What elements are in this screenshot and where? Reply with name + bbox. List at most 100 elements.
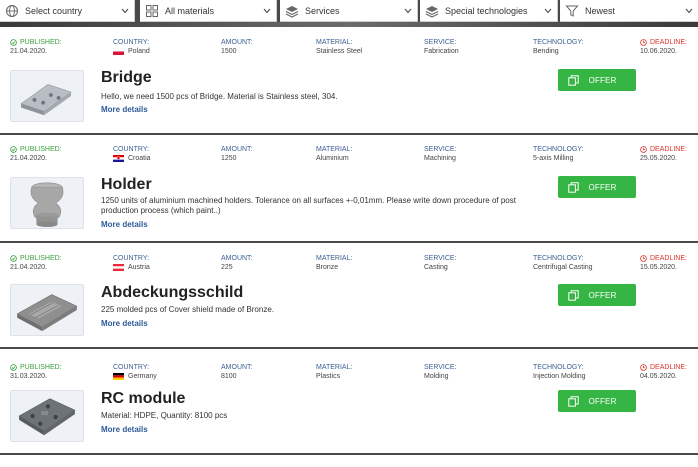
- country-field: COUNTRY: Croatia: [113, 145, 151, 171]
- amount-value: 1500: [221, 48, 237, 55]
- material-field: MATERIAL: Plastics: [316, 363, 352, 389]
- deadline-label: DEADLINE:: [650, 255, 687, 262]
- amount-value: 8100: [221, 373, 237, 380]
- country-filter-label: Select country: [25, 5, 83, 16]
- listing-description: Material: HDPE, Quantity: 8100 pcs: [101, 411, 228, 420]
- material-label: MATERIAL:: [316, 364, 353, 371]
- material-field: MATERIAL: Stainless Steel: [316, 38, 362, 64]
- deadline-label: DEADLINE:: [650, 39, 687, 46]
- service-label: SERVICE:: [424, 39, 457, 46]
- offer-button-label: OFFER: [588, 182, 617, 192]
- copy-icon: [568, 395, 579, 407]
- technology-label: TECHNOLOGY:: [533, 255, 584, 262]
- listing-description: 1250 units of aluminium machined holders…: [101, 196, 516, 215]
- layers-icon: [285, 5, 299, 18]
- offer-button[interactable]: OFFER: [558, 284, 636, 306]
- bent-bracket-part-image[interactable]: [10, 70, 84, 122]
- deadline-date: 15.05.2020.: [640, 264, 677, 271]
- services-filter-dropdown[interactable]: Services: [280, 0, 418, 22]
- offer-button[interactable]: OFFER: [558, 390, 636, 412]
- deadline-date: 04.05.2020.: [640, 373, 677, 380]
- service-value: Casting: [424, 264, 448, 271]
- country-filter-dropdown[interactable]: Select country: [0, 0, 135, 22]
- layers-icon: [425, 5, 439, 18]
- published-field: PUBLISHED: 31.03.2020.: [10, 363, 62, 389]
- card-divider: [0, 133, 698, 135]
- chevron-down-icon: [121, 8, 129, 13]
- published-label: PUBLISHED:: [20, 364, 62, 371]
- country-value: Croatia: [128, 155, 151, 162]
- service-value: Molding: [424, 373, 449, 380]
- published-date: 21.04.2020.: [10, 48, 47, 55]
- country-field: COUNTRY: Austria: [113, 254, 150, 280]
- germany-flag-icon: [113, 373, 124, 380]
- material-filter-dropdown[interactable]: All materials: [140, 0, 277, 22]
- amount-value: 1250: [221, 155, 237, 162]
- country-value: Austria: [128, 264, 150, 271]
- listing-description: Hello, we need 1500 pcs of Bridge. Mater…: [101, 92, 338, 101]
- amount-value: 225: [221, 264, 233, 271]
- amount-field: AMOUNT: 225: [221, 254, 253, 280]
- technology-label: TECHNOLOGY:: [533, 146, 584, 153]
- amount-label: AMOUNT:: [221, 255, 253, 262]
- service-label: SERVICE:: [424, 255, 457, 262]
- material-filter-label: All materials: [165, 5, 215, 16]
- more-details-link[interactable]: More details: [101, 425, 148, 434]
- grid-icon: [146, 4, 158, 17]
- country-field: COUNTRY: Germany: [113, 363, 157, 389]
- services-filter-label: Services: [305, 5, 340, 16]
- card-divider: [0, 347, 698, 349]
- amount-field: AMOUNT: 8100: [221, 363, 253, 389]
- technology-value: Injection Molding: [533, 373, 586, 380]
- sort-dropdown[interactable]: Newest: [560, 0, 698, 22]
- turned-holder-part-image[interactable]: [10, 177, 84, 229]
- offer-button[interactable]: OFFER: [558, 69, 636, 91]
- filter-bar-shadow: [0, 22, 698, 27]
- offer-button[interactable]: OFFER: [558, 176, 636, 198]
- material-field: MATERIAL: Bronze: [316, 254, 352, 280]
- offer-button-label: OFFER: [588, 75, 617, 85]
- country-label: COUNTRY:: [113, 39, 150, 46]
- technology-field: TECHNOLOGY: Bending: [533, 38, 584, 64]
- chevron-down-icon: [263, 8, 271, 13]
- published-date: 31.03.2020.: [10, 373, 47, 380]
- special-technologies-filter-dropdown[interactable]: Special technologies: [420, 0, 558, 22]
- material-label: MATERIAL:: [316, 39, 353, 46]
- copy-icon: [568, 74, 579, 86]
- austria-flag-icon: [113, 264, 124, 271]
- more-details-link[interactable]: More details: [101, 220, 148, 229]
- deadline-date: 25.05.2020.: [640, 155, 677, 162]
- service-field: SERVICE: Casting: [424, 254, 457, 280]
- material-label: MATERIAL:: [316, 255, 353, 262]
- country-field: COUNTRY: Poland: [113, 38, 150, 64]
- country-label: COUNTRY:: [113, 364, 150, 371]
- listing-title: Bridge: [101, 69, 152, 86]
- poland-flag-icon: [113, 48, 124, 55]
- croatia-flag-icon: [113, 155, 124, 162]
- published-label: PUBLISHED:: [20, 146, 62, 153]
- technology-field: TECHNOLOGY: Injection Molding: [533, 363, 586, 389]
- more-details-link[interactable]: More details: [101, 319, 148, 328]
- card-divider: [0, 241, 698, 243]
- service-field: SERVICE: Fabrication: [424, 38, 459, 64]
- cover-shield-part-image[interactable]: [10, 284, 84, 336]
- material-label: MATERIAL:: [316, 146, 353, 153]
- clock-icon: [640, 255, 647, 262]
- listing-title: Abdeckungsschild: [101, 284, 244, 301]
- service-field: SERVICE: Machining: [424, 145, 457, 171]
- technology-label: TECHNOLOGY:: [533, 364, 584, 371]
- deadline-label: DEADLINE:: [650, 146, 687, 153]
- material-value: Stainless Steel: [316, 48, 363, 55]
- service-label: SERVICE:: [424, 146, 457, 153]
- check-circle-icon: [10, 146, 17, 153]
- filter-icon: [565, 5, 579, 17]
- material-value: Aluminium: [316, 155, 349, 162]
- more-details-link[interactable]: More details: [101, 105, 148, 114]
- chevron-down-icon: [685, 8, 693, 13]
- deadline-field: DEADLINE: 25.05.2020.: [640, 145, 687, 171]
- technology-label: TECHNOLOGY:: [533, 39, 584, 46]
- published-date: 21.04.2020.: [10, 264, 47, 271]
- amount-label: AMOUNT:: [221, 364, 253, 371]
- rc-module-part-image[interactable]: [10, 390, 84, 442]
- filter-bar: Select country All materials Services Sp…: [0, 0, 698, 27]
